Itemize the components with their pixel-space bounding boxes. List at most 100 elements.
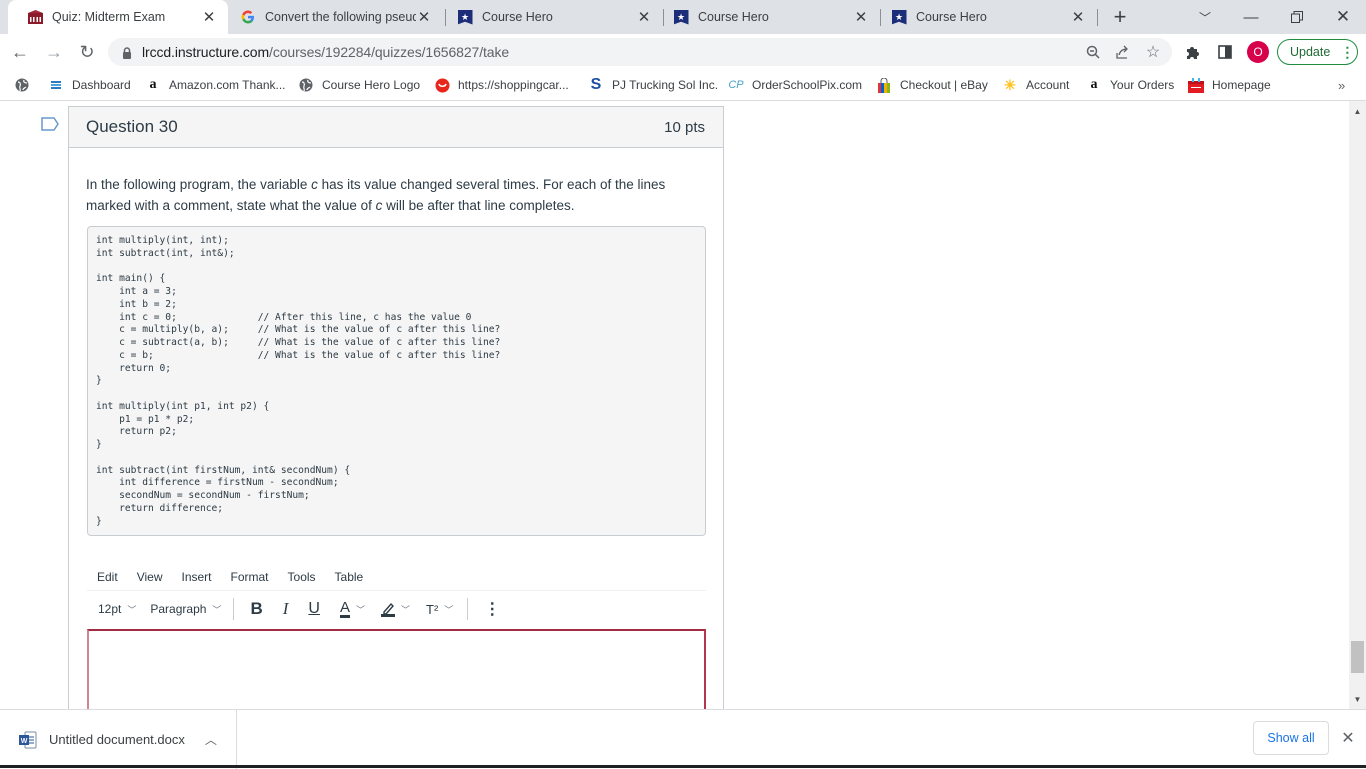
tab-google-search[interactable]: Convert the following pseudo ✕ bbox=[228, 0, 446, 34]
bookmark-label: Course Hero Logo bbox=[322, 78, 421, 92]
globe-icon bbox=[14, 77, 30, 93]
font-size-select[interactable]: 12pt ﹀ bbox=[98, 602, 136, 616]
tab-course-hero-3[interactable]: ★ Course Hero ✕ bbox=[881, 0, 1098, 34]
close-window-button[interactable]: ✕ bbox=[1320, 0, 1366, 34]
question-text-part: will be after that line completes. bbox=[382, 198, 575, 213]
close-tab-icon[interactable]: ✕ bbox=[1070, 8, 1086, 26]
menu-format[interactable]: Format bbox=[231, 570, 269, 584]
zoom-out-icon[interactable] bbox=[1084, 43, 1102, 61]
superscript-icon: T² bbox=[426, 601, 439, 617]
flag-question-icon[interactable] bbox=[41, 117, 59, 131]
download-item[interactable]: W Untitled document.docx ︿ bbox=[0, 710, 237, 769]
close-tab-icon[interactable]: ✕ bbox=[201, 8, 217, 26]
bookmark-orderschoolpix[interactable]: CP OrderSchoolPix.com bbox=[728, 70, 862, 100]
menu-table[interactable]: Table bbox=[335, 570, 364, 584]
italic-icon: I bbox=[282, 599, 289, 618]
walmart-spark-icon: ✳ bbox=[1004, 76, 1016, 93]
bookmark-your-orders[interactable]: a Your Orders bbox=[1086, 70, 1175, 100]
bookmark-shoppingcart[interactable]: https://shoppingcar... bbox=[434, 70, 569, 100]
minimize-button[interactable]: — bbox=[1228, 0, 1274, 34]
tab-search-button[interactable]: ﹀ bbox=[1182, 0, 1228, 34]
new-tab-button[interactable]: + bbox=[1108, 4, 1132, 29]
chevron-up-icon[interactable]: ︿ bbox=[205, 731, 217, 748]
block-format-value: Paragraph bbox=[150, 602, 207, 616]
arrow-right-icon: → bbox=[45, 41, 63, 62]
profile-avatar[interactable]: O bbox=[1247, 41, 1269, 63]
bookmark-globe[interactable] bbox=[14, 70, 38, 100]
page-content: Question 30 10 pts In the following prog… bbox=[0, 101, 1349, 709]
close-tab-icon[interactable]: ✕ bbox=[636, 8, 652, 26]
question-text: In the following program, the variable c… bbox=[86, 174, 706, 216]
scroll-up-arrow-icon[interactable]: ▲ bbox=[1349, 103, 1366, 120]
address-bar[interactable]: lrccd.instructure.com/courses/192284/qui… bbox=[108, 38, 1172, 66]
toolbar-divider bbox=[233, 598, 235, 620]
menu-tools[interactable]: Tools bbox=[288, 570, 316, 584]
bookmark-label: PJ Trucking Sol Inc. bbox=[612, 78, 719, 92]
back-button[interactable]: ← bbox=[9, 41, 31, 63]
bookmark-dashboard[interactable]: Dashboard bbox=[48, 70, 131, 100]
tab-quiz-midterm[interactable]: Quiz: Midterm Exam ✕ bbox=[8, 0, 228, 34]
reload-button[interactable]: ↻ bbox=[76, 41, 98, 63]
bookmark-label: Account bbox=[1026, 78, 1070, 92]
google-g-icon bbox=[240, 9, 256, 25]
text-color-icon: A bbox=[339, 598, 350, 618]
bookmark-checkout-ebay[interactable]: Checkout | eBay bbox=[876, 70, 988, 100]
menu-view[interactable]: View bbox=[137, 570, 163, 584]
bookmark-amazon-thank[interactable]: a Amazon.com Thank... bbox=[145, 70, 286, 100]
block-format-select[interactable]: Paragraph ﹀ bbox=[150, 602, 221, 616]
word-document-icon: W bbox=[19, 731, 37, 749]
bookmark-homepage[interactable]: Homepage bbox=[1188, 70, 1271, 100]
close-downloads-bar-icon[interactable]: ✕ bbox=[1338, 728, 1358, 748]
page-scrollbar[interactable]: ▲ ▼ bbox=[1349, 101, 1366, 709]
minimize-icon: — bbox=[1243, 8, 1259, 26]
tab-course-hero-2[interactable]: ★ Course Hero ✕ bbox=[664, 0, 881, 34]
code-block: int multiply(int, int); int subtract(int… bbox=[87, 226, 706, 536]
scrollbar-thumb[interactable] bbox=[1351, 641, 1364, 673]
editor-format-toolbar: 12pt ﹀ Paragraph ﹀ B I U A ﹀ ﹀ T² ﹀ ⋮ bbox=[87, 593, 706, 625]
tab-title: Course Hero bbox=[482, 10, 553, 24]
amazon-icon: a bbox=[149, 77, 157, 92]
close-tab-icon[interactable]: ✕ bbox=[416, 8, 432, 26]
bookmarks-overflow-button[interactable]: » bbox=[1338, 70, 1345, 100]
update-button[interactable]: Update ⋮ bbox=[1277, 39, 1358, 65]
restore-icon bbox=[1291, 11, 1303, 23]
question-points: 10 pts bbox=[664, 118, 705, 136]
menu-edit[interactable]: Edit bbox=[97, 570, 118, 584]
course-hero-icon: ★ bbox=[673, 9, 689, 25]
bookmarks-bar: Dashboard a Amazon.com Thank... Course H… bbox=[0, 70, 1366, 101]
forward-button[interactable]: → bbox=[43, 41, 65, 63]
close-tab-icon[interactable]: ✕ bbox=[853, 8, 869, 26]
more-options-button[interactable]: ⋮ bbox=[484, 599, 500, 619]
share-icon[interactable] bbox=[1114, 43, 1132, 61]
answer-editor[interactable] bbox=[87, 629, 706, 709]
update-label: Update bbox=[1290, 45, 1331, 59]
underline-button[interactable]: U bbox=[308, 600, 320, 618]
gift-icon bbox=[1188, 77, 1204, 93]
bookmark-label: OrderSchoolPix.com bbox=[752, 78, 863, 92]
bookmark-label: Checkout | eBay bbox=[900, 78, 988, 92]
highlight-color-button[interactable]: ﹀ bbox=[380, 602, 410, 617]
tab-course-hero-1[interactable]: ★ Course Hero ✕ bbox=[446, 0, 664, 34]
text-color-button[interactable]: A ﹀ bbox=[339, 598, 365, 618]
plus-icon: + bbox=[1113, 4, 1127, 29]
scroll-down-arrow-icon[interactable]: ▼ bbox=[1349, 691, 1366, 708]
extensions-button[interactable] bbox=[1183, 42, 1203, 62]
bookmark-pj-trucking[interactable]: S PJ Trucking Sol Inc. bbox=[588, 70, 718, 100]
menu-insert[interactable]: Insert bbox=[181, 570, 211, 584]
reload-icon: ↻ bbox=[79, 41, 95, 62]
bookmark-course-hero-logo[interactable]: Course Hero Logo bbox=[298, 70, 420, 100]
dashboard-icon bbox=[48, 77, 64, 93]
restore-button[interactable] bbox=[1274, 0, 1320, 34]
show-all-downloads-button[interactable]: Show all bbox=[1253, 721, 1329, 755]
bookmark-account[interactable]: ✳ Account bbox=[1002, 70, 1069, 100]
kebab-menu-icon: ⋮ bbox=[1340, 43, 1355, 60]
side-panel-button[interactable] bbox=[1215, 42, 1235, 62]
side-panel-icon bbox=[1218, 45, 1232, 59]
url-host: lrccd.instructure.com bbox=[142, 44, 270, 60]
italic-button[interactable]: I bbox=[283, 599, 289, 619]
url-text[interactable]: lrccd.instructure.com/courses/192284/qui… bbox=[142, 44, 509, 60]
bookmark-star-icon[interactable]: ☆ bbox=[1144, 43, 1162, 61]
superscript-button[interactable]: T² ﹀ bbox=[426, 602, 453, 617]
toolbar-divider bbox=[467, 598, 469, 620]
bold-button[interactable]: B bbox=[250, 599, 262, 619]
